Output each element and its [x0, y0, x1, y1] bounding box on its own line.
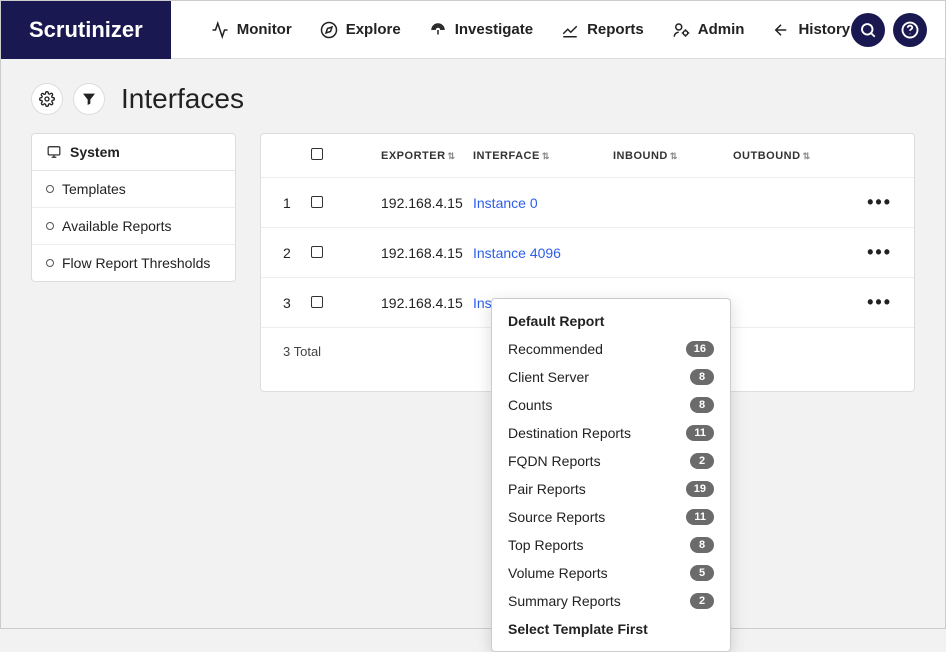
header-actions: [851, 13, 927, 47]
bullet-icon: [46, 185, 54, 193]
popup-item-fqdn[interactable]: FQDN Reports2: [492, 447, 730, 475]
popup-default-report[interactable]: Default Report: [492, 307, 730, 335]
sidebar-item-flow-thresholds[interactable]: Flow Report Thresholds: [32, 245, 235, 281]
sort-icon: ⇅: [448, 151, 456, 161]
count-badge: 5: [690, 565, 714, 581]
row-number: 1: [283, 195, 311, 211]
page-body: Interfaces System Templates Available Re…: [1, 59, 945, 416]
count-badge: 8: [690, 397, 714, 413]
select-all-checkbox[interactable]: [311, 148, 323, 160]
page-title: Interfaces: [121, 83, 244, 115]
brand-logo: Scrutinizer: [1, 1, 171, 59]
nav-explore[interactable]: Explore: [320, 21, 401, 39]
search-icon: [859, 21, 877, 39]
bullet-icon: [46, 222, 54, 230]
app-header: Scrutinizer Monitor Explore Investigate …: [1, 1, 945, 59]
interface-link[interactable]: Instance 0: [473, 195, 538, 211]
sidebar-item-label: Flow Report Thresholds: [62, 255, 210, 271]
interface-link[interactable]: Instance 4096: [473, 245, 561, 261]
count-badge: 19: [686, 481, 714, 497]
cell-exporter: 192.168.4.15: [381, 195, 473, 211]
count-badge: 8: [690, 369, 714, 385]
popup-item-counts[interactable]: Counts8: [492, 391, 730, 419]
col-interface[interactable]: INTERFACE⇅: [473, 150, 613, 162]
nav-admin[interactable]: Admin: [672, 21, 745, 39]
row-actions-button[interactable]: •••: [852, 292, 892, 313]
popup-item-source[interactable]: Source Reports11: [492, 503, 730, 531]
cell-exporter: 192.168.4.15: [381, 295, 473, 311]
sort-icon: ⇅: [542, 151, 550, 161]
main-nav: Monitor Explore Investigate Reports Admi…: [211, 21, 851, 39]
col-exporter[interactable]: EXPORTER⇅: [381, 150, 473, 162]
popup-item-recommended[interactable]: Recommended16: [492, 335, 730, 363]
row-checkbox[interactable]: [311, 196, 323, 208]
nav-history[interactable]: History: [772, 21, 850, 39]
sidebar-header-label: System: [70, 144, 120, 160]
gear-icon: [39, 91, 55, 107]
count-badge: 2: [690, 593, 714, 609]
row-actions-button[interactable]: •••: [852, 192, 892, 213]
page-title-bar: Interfaces: [31, 83, 915, 115]
sidebar: System Templates Available Reports Flow …: [31, 133, 236, 282]
nav-monitor[interactable]: Monitor: [211, 21, 292, 39]
count-badge: 16: [686, 341, 714, 357]
col-inbound[interactable]: INBOUND⇅: [613, 150, 733, 162]
sidebar-item-templates[interactable]: Templates: [32, 171, 235, 208]
table-header-row: EXPORTER⇅ INTERFACE⇅ INBOUND⇅ OUTBOUND⇅: [261, 134, 914, 177]
nav-explore-label: Explore: [346, 21, 401, 38]
filter-button[interactable]: [73, 83, 105, 115]
popup-item-volume[interactable]: Volume Reports5: [492, 559, 730, 587]
chart-icon: [561, 21, 579, 39]
bullet-icon: [46, 259, 54, 267]
popup-item-top[interactable]: Top Reports8: [492, 531, 730, 559]
compass-icon: [320, 21, 338, 39]
sidebar-item-available-reports[interactable]: Available Reports: [32, 208, 235, 245]
help-icon: [901, 21, 919, 39]
nav-investigate[interactable]: Investigate: [429, 21, 533, 39]
popup-select-template[interactable]: Select Template First: [492, 615, 730, 643]
row-checkbox[interactable]: [311, 296, 323, 308]
report-menu-popup: Default Report Recommended16 Client Serv…: [491, 298, 731, 652]
popup-item-pair[interactable]: Pair Reports19: [492, 475, 730, 503]
count-badge: 11: [686, 425, 714, 441]
sort-icon: ⇅: [670, 151, 678, 161]
fingerprint-icon: [429, 21, 447, 39]
table-row: 2 192.168.4.15 Instance 4096 •••: [261, 227, 914, 277]
popup-item-destination[interactable]: Destination Reports11: [492, 419, 730, 447]
table-row: 1 192.168.4.15 Instance 0 •••: [261, 177, 914, 227]
activity-icon: [211, 21, 229, 39]
row-number: 2: [283, 245, 311, 261]
row-actions-button[interactable]: •••: [852, 242, 892, 263]
sidebar-item-label: Available Reports: [62, 218, 171, 234]
nav-reports-label: Reports: [587, 21, 644, 38]
nav-reports[interactable]: Reports: [561, 21, 644, 39]
help-button[interactable]: [893, 13, 927, 47]
cell-exporter: 192.168.4.15: [381, 245, 473, 261]
settings-button[interactable]: [31, 83, 63, 115]
filter-icon: [81, 91, 97, 107]
popup-item-summary[interactable]: Summary Reports2: [492, 587, 730, 615]
back-arrow-icon: [772, 21, 790, 39]
col-outbound[interactable]: OUTBOUND⇅: [733, 150, 852, 162]
nav-history-label: History: [798, 21, 850, 38]
row-checkbox[interactable]: [311, 246, 323, 258]
popup-item-client-server[interactable]: Client Server8: [492, 363, 730, 391]
content-area: System Templates Available Reports Flow …: [31, 133, 915, 392]
count-badge: 11: [686, 509, 714, 525]
sidebar-item-label: Templates: [62, 181, 126, 197]
nav-admin-label: Admin: [698, 21, 745, 38]
sidebar-header-system[interactable]: System: [32, 134, 235, 171]
row-number: 3: [283, 295, 311, 311]
count-badge: 2: [690, 453, 714, 469]
monitor-icon: [46, 145, 62, 159]
user-gear-icon: [672, 21, 690, 39]
nav-investigate-label: Investigate: [455, 21, 533, 38]
nav-monitor-label: Monitor: [237, 21, 292, 38]
interfaces-table: EXPORTER⇅ INTERFACE⇅ INBOUND⇅ OUTBOUND⇅ …: [260, 133, 915, 392]
sort-icon: ⇅: [803, 151, 811, 161]
count-badge: 8: [690, 537, 714, 553]
search-button[interactable]: [851, 13, 885, 47]
